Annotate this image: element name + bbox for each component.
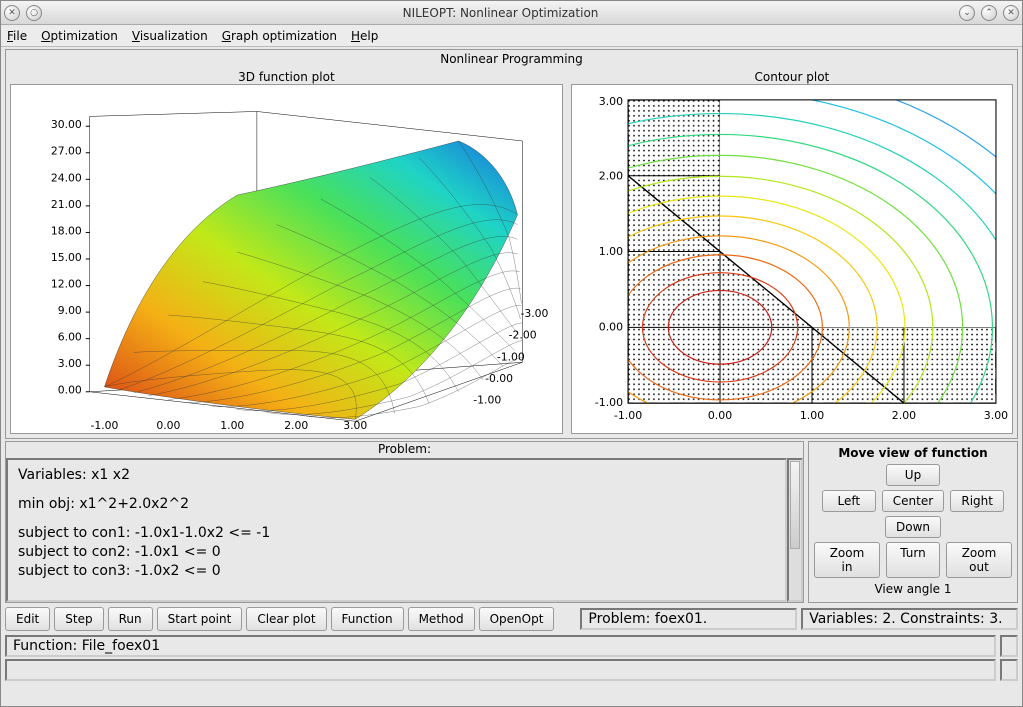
menubar: File Optimization Visualization Graph op… [1, 25, 1022, 47]
window-title: NILEOPT: Nonlinear Optimization [45, 6, 956, 20]
svg-text:2.00: 2.00 [284, 419, 308, 432]
clear-plot-button[interactable]: Clear plot [246, 607, 326, 631]
svg-text:1.00: 1.00 [220, 419, 244, 432]
plots-panel-label: Nonlinear Programming [10, 52, 1013, 66]
function-button[interactable]: Function [331, 607, 404, 631]
contour-plot[interactable]: -1.00 0.00 1.00 2.00 3.00 -1.00 0.00 1.0… [571, 84, 1013, 434]
svg-text:9.00: 9.00 [58, 304, 82, 317]
problem-line: subject to con3: -1.0x2 <= 0 [18, 562, 775, 581]
view-angle-label: View angle 1 [874, 582, 951, 596]
svg-text:30.00: 30.00 [51, 118, 82, 131]
zoom-out-button[interactable]: Zoom out [946, 542, 1012, 578]
up-button[interactable]: Up [886, 464, 940, 486]
status-empty [5, 659, 996, 681]
svg-text:-3.00: -3.00 [520, 307, 548, 320]
problem-line: Variables: x1 x2 [18, 466, 775, 485]
svg-text:1.00: 1.00 [599, 245, 623, 258]
move-view-panel: Move view of function Up Left Center Rig… [808, 441, 1018, 603]
svg-text:-1.00: -1.00 [595, 396, 623, 409]
surface-plot-title: 3D function plot [10, 70, 563, 84]
svg-text:2.00: 2.00 [599, 169, 623, 182]
start-point-button[interactable]: Start point [157, 607, 243, 631]
svg-text:3.00: 3.00 [58, 357, 82, 370]
down-button[interactable]: Down [885, 516, 941, 538]
edit-button[interactable]: Edit [5, 607, 50, 631]
status-function: Function: File_foex01 [5, 635, 996, 657]
window-menu-icon[interactable]: ✕ [4, 5, 20, 21]
app-window: ✕ ○ NILEOPT: Nonlinear Optimization ⌄ ⌃ … [0, 0, 1023, 707]
menu-visualization[interactable]: Visualization [132, 29, 208, 43]
svg-text:-1.00: -1.00 [473, 394, 501, 407]
svg-text:18.00: 18.00 [51, 224, 82, 237]
svg-text:2.00: 2.00 [892, 409, 916, 422]
right-button[interactable]: Right [950, 490, 1004, 512]
svg-text:24.00: 24.00 [51, 171, 82, 184]
step-button[interactable]: Step [54, 607, 103, 631]
turn-button[interactable]: Turn [886, 542, 940, 578]
titlebar: ✕ ○ NILEOPT: Nonlinear Optimization ⌄ ⌃ … [1, 1, 1022, 25]
openopt-button[interactable]: OpenOpt [479, 607, 555, 631]
window-sticky-icon[interactable]: ○ [26, 5, 42, 21]
method-button[interactable]: Method [408, 607, 475, 631]
svg-text:-2.00: -2.00 [509, 329, 537, 342]
svg-text:12.00: 12.00 [51, 278, 82, 291]
svg-text:-1.00: -1.00 [90, 419, 118, 432]
problem-panel-label: Problem: [6, 442, 803, 458]
menu-file[interactable]: File [7, 29, 27, 43]
svg-text:3.00: 3.00 [599, 95, 623, 108]
problem-line: subject to con1: -1.0x1-1.0x2 <= -1 [18, 524, 775, 543]
problem-text[interactable]: Variables: x1 x2 min obj: x1^2+2.0x2^2 s… [6, 458, 787, 602]
status-problem: Problem: foex01. [580, 608, 797, 630]
minimize-icon[interactable]: ⌄ [959, 5, 975, 21]
maximize-icon[interactable]: ⌃ [981, 5, 997, 21]
svg-text:-1.00: -1.00 [497, 350, 525, 363]
action-bar: Edit Step Run Start point Clear plot Fun… [5, 605, 1018, 633]
svg-text:6.00: 6.00 [58, 331, 82, 344]
svg-text:-1.00: -1.00 [614, 409, 642, 422]
svg-text:1.00: 1.00 [800, 409, 824, 422]
svg-text:3.00: 3.00 [343, 419, 367, 432]
menu-graph-optimization[interactable]: Graph optimization [222, 29, 337, 43]
zoom-in-button[interactable]: Zoom in [814, 542, 880, 578]
run-button[interactable]: Run [108, 607, 153, 631]
center-button[interactable]: Center [882, 490, 944, 512]
status-end-cell-1 [1000, 635, 1018, 657]
scrollbar-thumb[interactable] [790, 461, 800, 549]
problem-panel: Problem: Variables: x1 x2 min obj: x1^2+… [5, 441, 804, 603]
contour-plot-title: Contour plot [571, 70, 1013, 84]
status-end-cell-2 [1000, 659, 1018, 681]
plots-panel: Nonlinear Programming 3D function plot [5, 49, 1018, 439]
svg-text:3.00: 3.00 [984, 409, 1008, 422]
svg-text:0.00: 0.00 [156, 419, 180, 432]
svg-text:15.00: 15.00 [51, 251, 82, 264]
menu-optimization[interactable]: Optimization [41, 29, 118, 43]
left-button[interactable]: Left [822, 490, 876, 512]
problem-scrollbar[interactable] [787, 458, 803, 602]
svg-text:0.00: 0.00 [599, 321, 623, 334]
surface-plot[interactable]: 0.00 3.00 6.00 9.00 12.00 15.00 18.00 21… [10, 84, 563, 434]
close-icon[interactable]: ✕ [1003, 5, 1019, 21]
problem-line: min obj: x1^2+2.0x2^2 [18, 495, 775, 514]
surface-mesh [104, 141, 517, 419]
svg-text:0.00: 0.00 [58, 384, 82, 397]
problem-line: subject to con2: -1.0x1 <= 0 [18, 543, 775, 562]
svg-text:-0.00: -0.00 [485, 372, 513, 385]
svg-text:0.00: 0.00 [708, 409, 732, 422]
menu-help[interactable]: Help [351, 29, 378, 43]
move-view-title: Move view of function [838, 446, 987, 460]
svg-text:21.00: 21.00 [51, 198, 82, 211]
svg-text:27.00: 27.00 [51, 145, 82, 158]
status-vars: Variables: 2. Constraints: 3. [801, 608, 1018, 630]
